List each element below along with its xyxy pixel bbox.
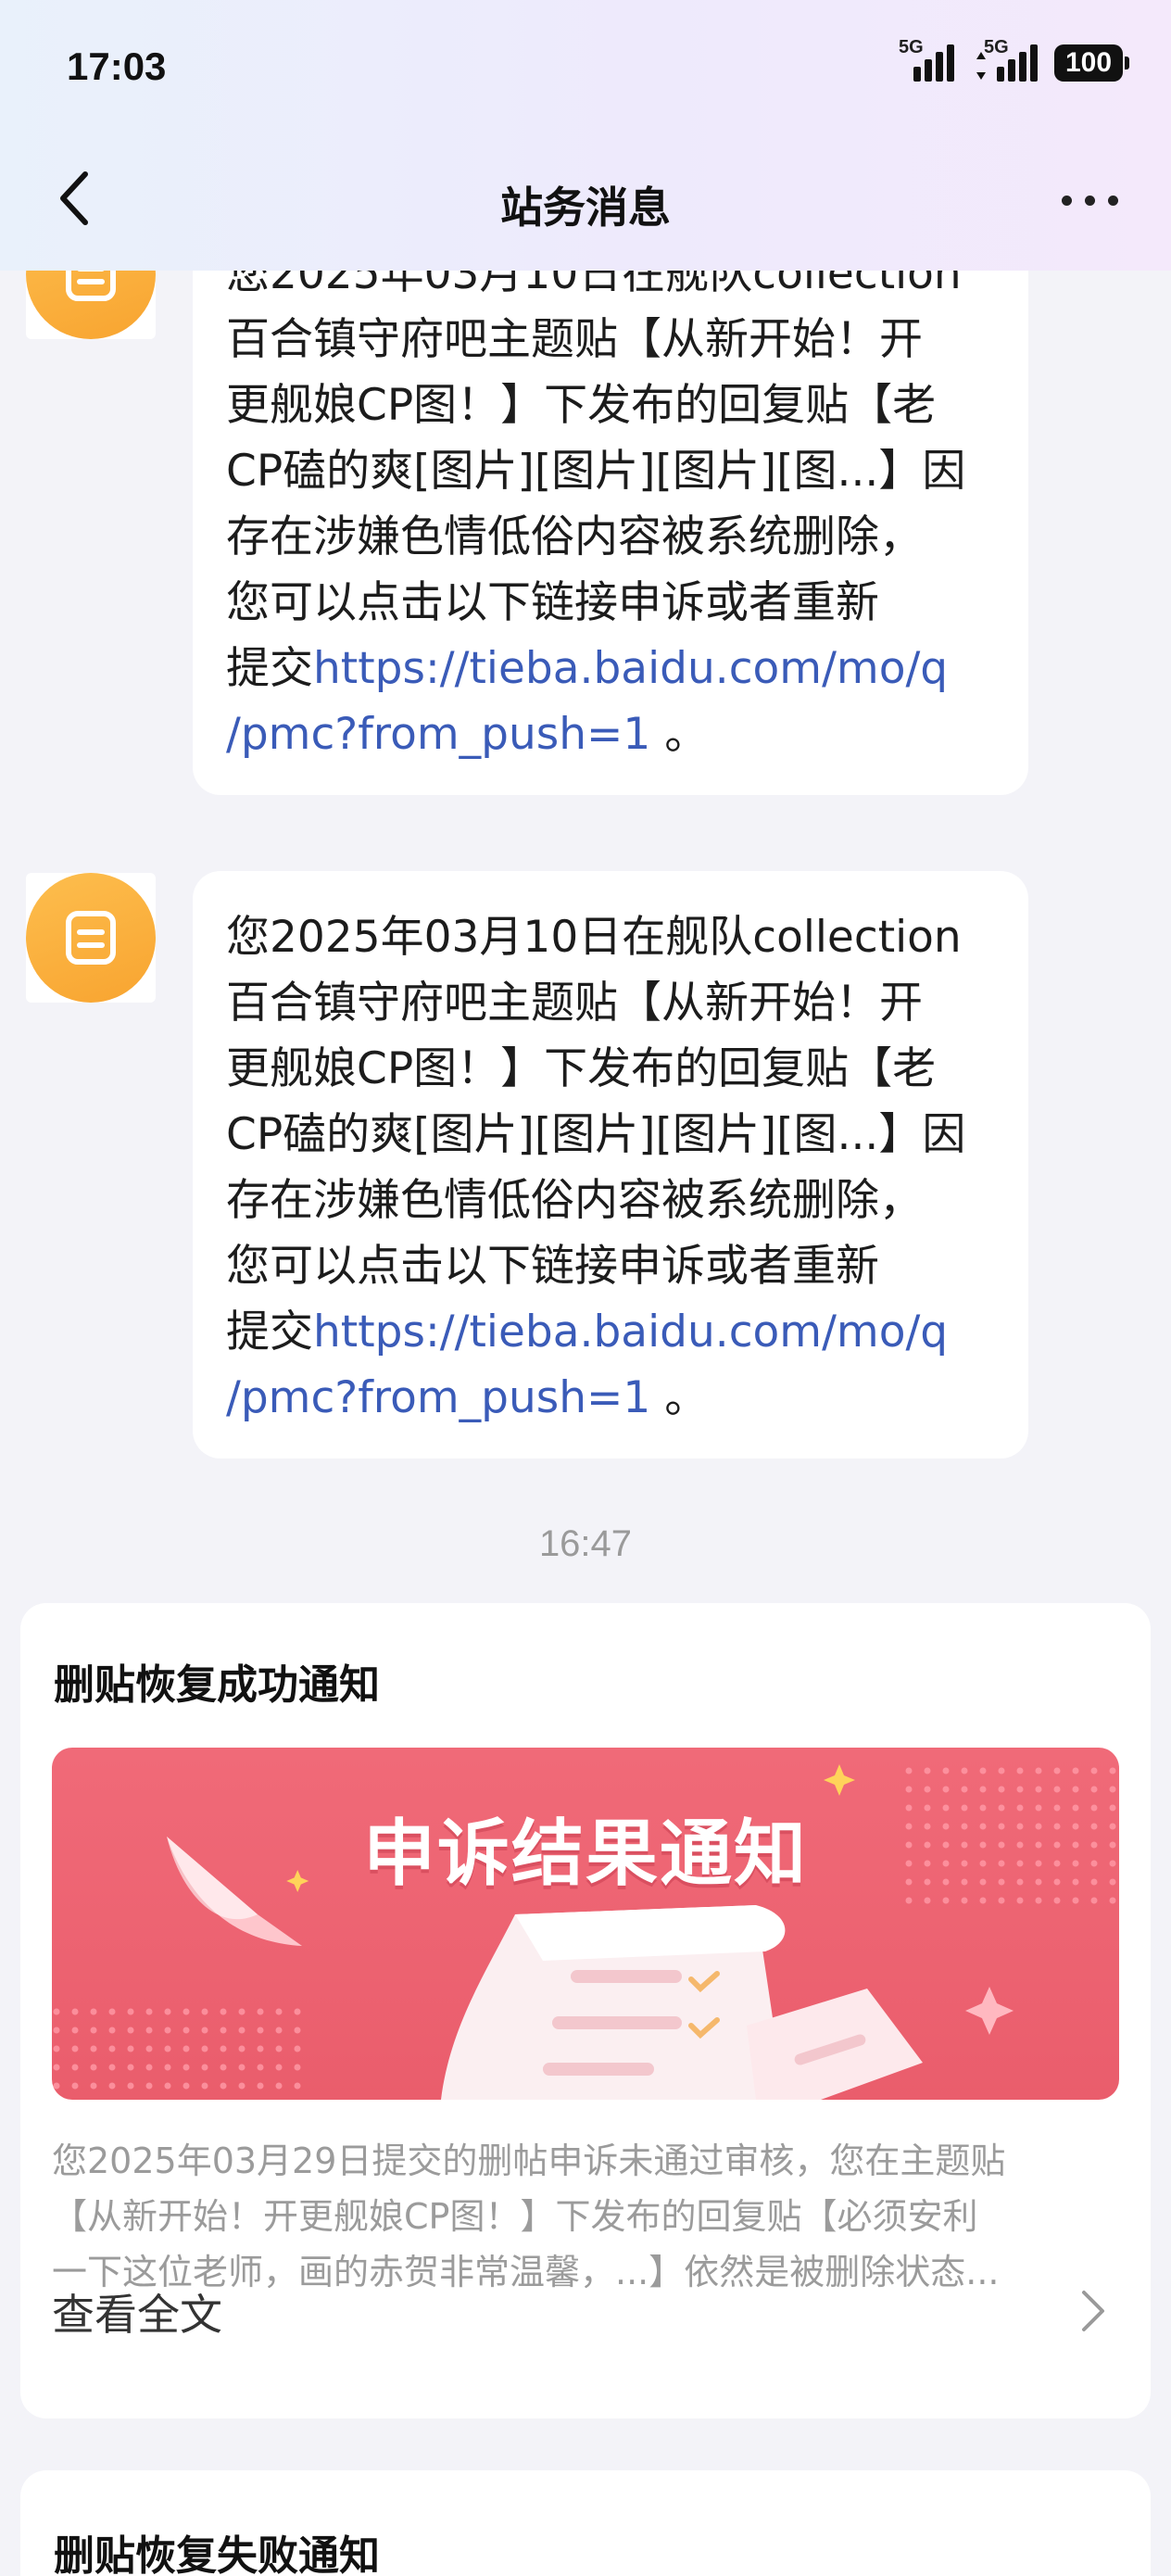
message-line: 您2025年03月10日在舰队collection	[226, 912, 962, 963]
message-line: 存在涉嫌色情低俗内容被系统删除，	[226, 1175, 923, 1226]
message-line: 百合镇守府吧主题贴【从新开始！开	[226, 314, 923, 365]
banner-title: 申诉结果通知	[362, 1812, 808, 1896]
card-title: 删贴恢复成功通知	[54, 1661, 380, 1709]
signal-icon: 5G	[899, 37, 954, 82]
more-button[interactable]	[1062, 183, 1123, 217]
more-dot-icon	[1085, 195, 1095, 206]
avatar[interactable]	[26, 873, 156, 1003]
card-summary: 您2025年03月29日提交的删帖申诉未通过审核，您在主题贴 【从新开始！开更舰…	[52, 2133, 1117, 2300]
appeal-link[interactable]: https://tieba.baidu.com/mo/q	[313, 1307, 948, 1357]
message-line: CP磕的爽[图片][图片][图片][图...】因	[226, 1109, 966, 1160]
card-title: 删贴恢复失败通知	[54, 2532, 380, 2576]
summary-line: 【从新开始！开更舰娘CP图！】下发布的回复贴【必须安利	[52, 2196, 978, 2237]
more-dot-icon	[1108, 195, 1118, 206]
appeal-link[interactable]: https://tieba.baidu.com/mo/q	[313, 643, 948, 694]
view-full-link[interactable]: 查看全文	[52, 2281, 222, 2342]
message-bubble: 您2025年03月10日在舰队collection 百合镇守府吧主题贴【从新开始…	[193, 208, 1028, 795]
message-text: 提交	[226, 1307, 313, 1357]
status-time: 17:03	[67, 44, 167, 88]
message-line: 您可以点击以下链接申诉或者重新	[226, 1241, 879, 1292]
message-text: 。	[650, 709, 709, 760]
notification-card[interactable]: 删贴恢复成功通知 申诉结果通知 您2025年03月29日提交的删帖申诉未通过审核…	[20, 1603, 1151, 2418]
message-bubble: 您2025年03月10日在舰队collection 百合镇守府吧主题贴【从新开始…	[193, 871, 1028, 1458]
message-line: 您可以点击以下链接申诉或者重新	[226, 577, 879, 628]
notice-icon	[66, 911, 116, 965]
appeal-link[interactable]: /pmc?from_push=1	[226, 1372, 650, 1423]
battery-icon: 100	[1054, 44, 1129, 82]
top-bar: 17:03 5G 5G 100 站务消息	[0, 0, 1171, 271]
banner-image: 申诉结果通知	[52, 1748, 1119, 2100]
chevron-right-icon[interactable]	[1080, 2289, 1106, 2333]
message-line: 更舰娘CP图！】下发布的回复贴【老	[226, 1043, 937, 1094]
timestamp: 16:47	[538, 1523, 633, 1564]
message-text: 。	[650, 1372, 709, 1423]
page-title: 站务消息	[500, 183, 671, 233]
battery-level: 100	[1064, 47, 1113, 78]
signal-icon-2: 5G	[971, 37, 1038, 82]
sim2-label: 5G	[984, 37, 1009, 57]
appeal-link[interactable]: /pmc?from_push=1	[226, 709, 650, 760]
status-icons: 5G 5G 100	[899, 37, 1129, 82]
more-dot-icon	[1062, 195, 1072, 206]
summary-line: 您2025年03月29日提交的删帖申诉未通过审核，您在主题贴	[52, 2140, 1006, 2181]
message-line: CP磕的爽[图片][图片][图片][图...】因	[226, 446, 966, 497]
message-line: 更舰娘CP图！】下发布的回复贴【老	[226, 380, 937, 431]
sim1-label: 5G	[899, 37, 924, 57]
message-line: 存在涉嫌色情低俗内容被系统删除，	[226, 511, 923, 562]
message-text: 提交	[226, 643, 313, 694]
notification-card[interactable]: 删贴恢复失败通知	[20, 2470, 1151, 2576]
message-line: 百合镇守府吧主题贴【从新开始！开	[226, 978, 923, 1029]
